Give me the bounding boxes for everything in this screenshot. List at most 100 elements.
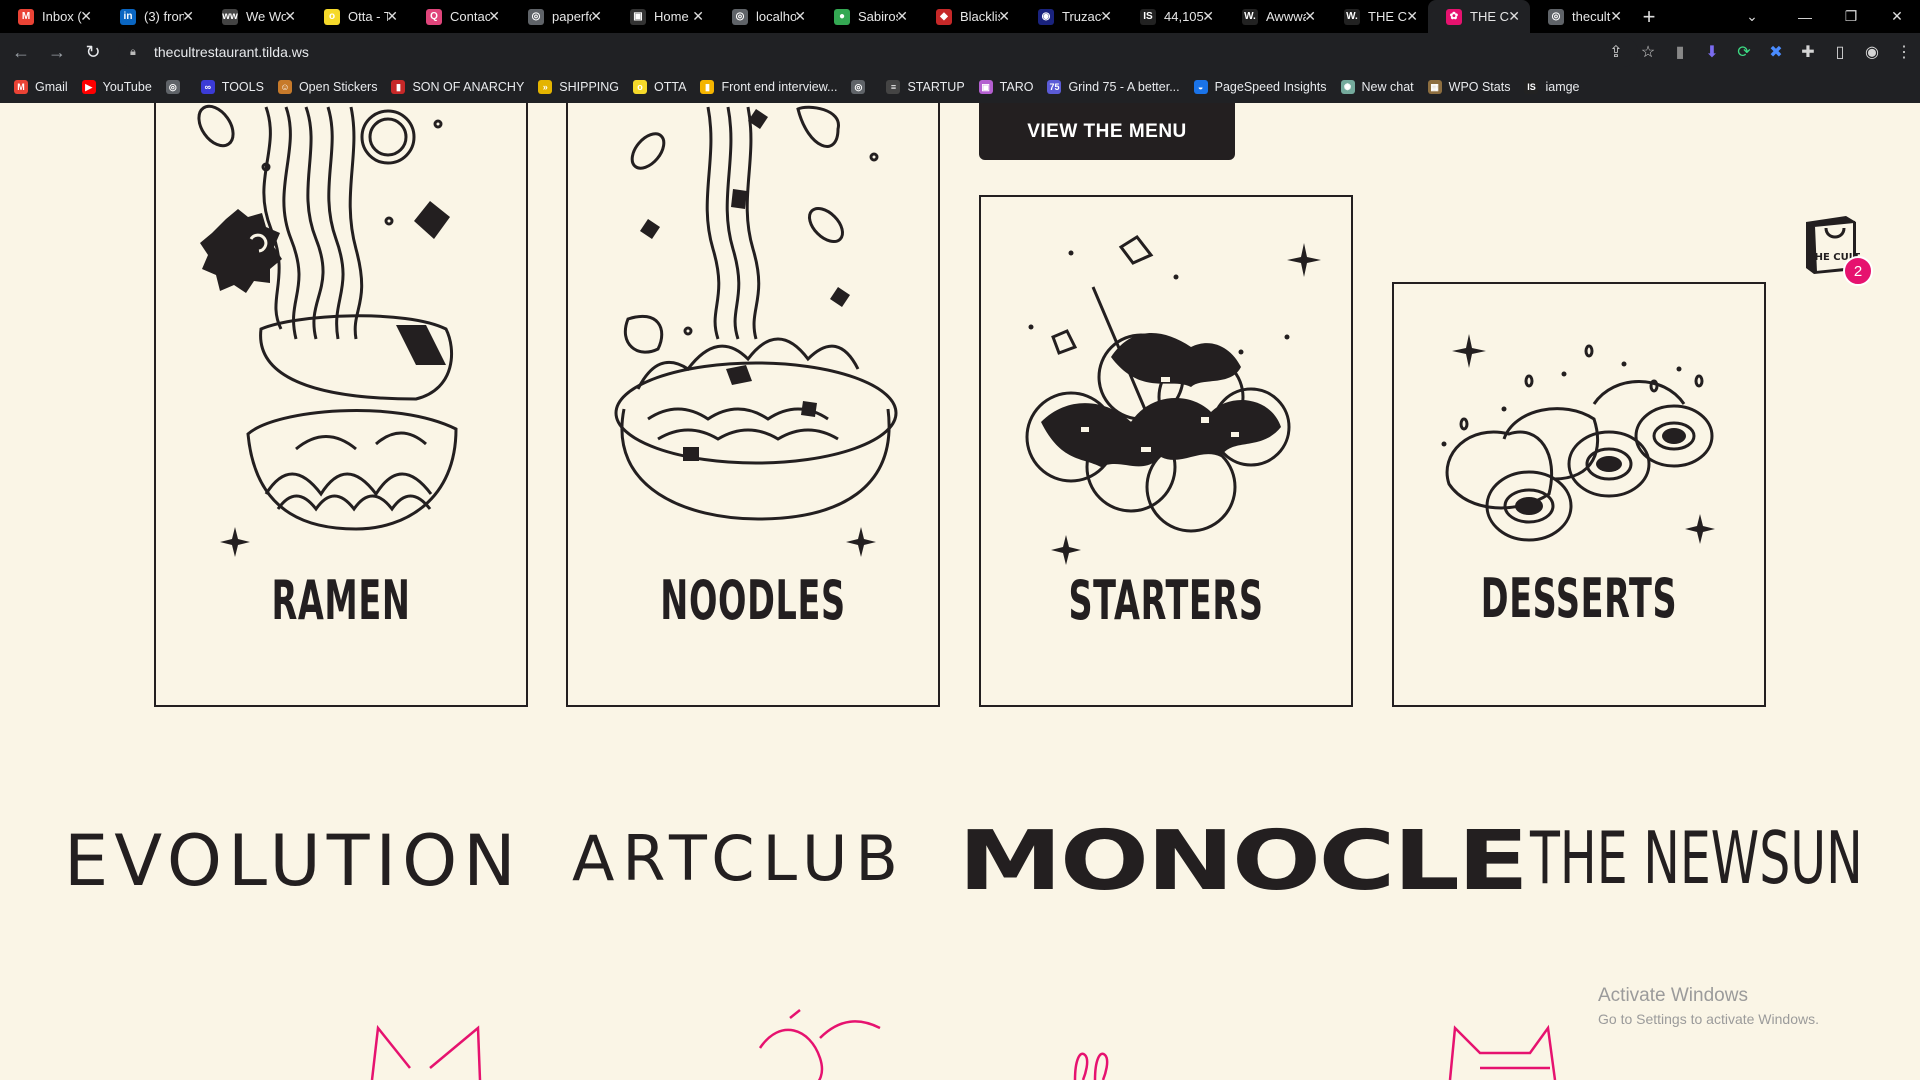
category-card-starters[interactable]: STARTERS	[979, 195, 1353, 707]
logo-evolution: EVOLUTION	[64, 820, 522, 902]
browser-tab[interactable]: ▣ Home ✕	[612, 0, 714, 33]
share-icon[interactable]: ⇪	[1600, 42, 1632, 62]
extensions-puzzle-icon[interactable]: ✚	[1792, 42, 1824, 62]
bookmark-item[interactable]: ☺ Open Stickers	[277, 80, 377, 94]
bookmark-item[interactable]: 75 Grind 75 - A better...	[1047, 80, 1180, 94]
bookmark-icon: ◒	[1193, 80, 1208, 94]
close-tab-icon[interactable]: ✕	[1100, 8, 1112, 25]
category-card-ramen[interactable]: RAMEN	[154, 103, 528, 707]
address-bar[interactable]: 🔒︎ thecultrestaurant.tilda.ws	[118, 37, 1638, 67]
bookmark-item[interactable]: M Gmail	[14, 80, 68, 94]
bookmark-item[interactable]: ▶ YouTube	[81, 80, 152, 94]
browser-tab[interactable]: W. THE CU✕	[1326, 0, 1428, 33]
bookmark-item[interactable]: ◎	[165, 80, 187, 94]
tab-title: localho	[756, 9, 796, 24]
bookmark-item[interactable]: ◒ PageSpeed Insights	[1193, 80, 1327, 94]
category-card-desserts[interactable]: DESSERTS	[1392, 282, 1766, 707]
logo-artclub: ARTCLUB	[572, 822, 906, 895]
browser-tab[interactable]: Q Contac ✕	[408, 0, 510, 33]
bookmark-item[interactable]: ≡ STARTUP	[886, 80, 965, 94]
profile-avatar-icon[interactable]: ◉	[1856, 42, 1888, 62]
new-tab-button[interactable]: +	[1632, 0, 1666, 33]
tab-list: M Inbox (✕ in (3) fron ✕ ww We Wo ✕ o Otta - T ✕ Q C…	[0, 0, 1632, 33]
restore-button[interactable]: ❐	[1828, 0, 1874, 33]
logo-monocle: MONOCLE	[958, 814, 1529, 909]
bookmark-item[interactable]: ◎	[851, 80, 872, 94]
reload-button[interactable]: ↻	[78, 42, 108, 63]
close-window-button[interactable]: ✕	[1874, 0, 1920, 33]
close-tab-icon[interactable]: ✕	[1406, 8, 1418, 25]
bookmark-item[interactable]: ✺ New chat	[1340, 80, 1414, 94]
bookmark-label: SON OF ANARCHY	[412, 80, 525, 94]
close-tab-icon[interactable]: ✕	[692, 8, 704, 25]
cross-extension-icon[interactable]: ✖	[1760, 42, 1792, 62]
close-tab-icon[interactable]: ✕	[794, 8, 806, 25]
view-menu-button[interactable]: VIEW THE MENU	[979, 103, 1235, 160]
browser-tab[interactable]: ◎ localho ✕	[714, 0, 816, 33]
bookmark-label: iamge	[1545, 80, 1580, 94]
bookmark-item[interactable]: ▮ SON OF ANARCHY	[391, 80, 524, 94]
bookmark-label: PageSpeed Insights	[1214, 80, 1327, 94]
tab-title: Sabiros	[858, 9, 898, 24]
close-tab-icon[interactable]: ✕	[80, 8, 92, 25]
bookmark-item[interactable]: IS iamge	[1524, 80, 1580, 94]
bookmark-item[interactable]: ▮ Front end interview...	[700, 80, 837, 94]
bookmark-icon: »	[538, 80, 553, 94]
browser-tab[interactable]: M Inbox (✕	[0, 0, 102, 33]
bookmark-item[interactable]: ∞ TOOLS	[200, 80, 264, 94]
bookmark-star-icon[interactable]: ☆	[1632, 42, 1664, 62]
bookmark-item[interactable]: ▦ WPO Stats	[1427, 80, 1510, 94]
bookmark-item[interactable]: ▣ TARO	[978, 80, 1033, 94]
close-tab-icon[interactable]: ✕	[386, 8, 398, 25]
side-panel-icon[interactable]: ▯	[1824, 42, 1856, 62]
more-menu-icon[interactable]: ⋮	[1888, 42, 1920, 62]
map-pin-icon: ●	[834, 8, 850, 25]
category-card-noodles[interactable]: NOODLES	[566, 103, 940, 707]
close-tab-icon[interactable]: ✕	[182, 8, 194, 25]
browser-tab[interactable]: ww We Wo ✕	[204, 0, 306, 33]
extension-bottle-icon[interactable]: ▮	[1664, 42, 1696, 62]
bookmark-item[interactable]: o OTTA	[633, 80, 686, 94]
browser-tab[interactable]: W. Awwwa ✕	[1224, 0, 1326, 33]
browser-tab[interactable]: ✿ THE CU✕	[1428, 0, 1530, 33]
category-label-desserts: DESSERTS	[1480, 567, 1678, 630]
tab-title: THE CU	[1470, 9, 1510, 24]
browser-tab[interactable]: ● Sabiros ✕	[816, 0, 918, 33]
lock-icon[interactable]: 🔒︎	[130, 46, 142, 58]
close-tab-icon[interactable]: ✕	[1610, 8, 1622, 25]
category-label-ramen: RAMEN	[271, 569, 411, 632]
bookmark-item[interactable]: » SHIPPING	[538, 80, 619, 94]
minimize-button[interactable]: —	[1782, 0, 1828, 33]
pink-doodles-illustration	[370, 1009, 1557, 1080]
browser-tab[interactable]: ◆ Blacklis ✕	[918, 0, 1020, 33]
sync-extension-icon[interactable]: ⟳	[1728, 42, 1760, 62]
back-button[interactable]: ←	[6, 42, 36, 63]
close-tab-icon[interactable]: ✕	[1202, 8, 1214, 25]
browser-tab[interactable]: ◎ thecult ✕	[1530, 0, 1632, 33]
browser-tab[interactable]: ◎ paperfo ✕	[510, 0, 612, 33]
bookmark-icon: M	[14, 80, 28, 94]
browser-tab[interactable]: in (3) fron ✕	[102, 0, 204, 33]
download-icon[interactable]: ⬇	[1696, 42, 1728, 62]
browser-tab[interactable]: IS 44,105 ✕	[1122, 0, 1224, 33]
tab-title: Blacklis	[960, 9, 1000, 24]
bookmark-icon: ∞	[200, 80, 215, 94]
tab-title: Otta - T	[348, 9, 388, 24]
close-tab-icon[interactable]: ✕	[1304, 8, 1316, 25]
close-tab-icon[interactable]: ✕	[488, 8, 500, 25]
browser-toolbar: ← → ↻ 🔒︎ thecultrestaurant.tilda.ws ⇪ ☆ …	[0, 33, 1920, 71]
tab-strip: M Inbox (✕ in (3) fron ✕ ww We Wo ✕ o Otta - T ✕ Q C…	[0, 0, 1920, 33]
close-tab-icon[interactable]: ✕	[284, 8, 296, 25]
close-tab-icon[interactable]: ✕	[896, 8, 908, 25]
browser-tab[interactable]: ◉ Truzact ✕	[1020, 0, 1122, 33]
tab-title: Home	[654, 9, 689, 24]
close-tab-icon[interactable]: ✕	[998, 8, 1010, 25]
forward-button[interactable]: →	[42, 42, 72, 63]
browser-tab[interactable]: o Otta - T ✕	[306, 0, 408, 33]
bookmark-label: Front end interview...	[721, 80, 838, 94]
close-tab-icon[interactable]: ✕	[590, 8, 602, 25]
bookmark-label: YouTube	[102, 80, 152, 94]
tab-title: THE CU	[1368, 9, 1408, 24]
tab-search-icon[interactable]: ⌄	[1722, 0, 1782, 33]
close-tab-icon[interactable]: ✕	[1508, 8, 1520, 25]
